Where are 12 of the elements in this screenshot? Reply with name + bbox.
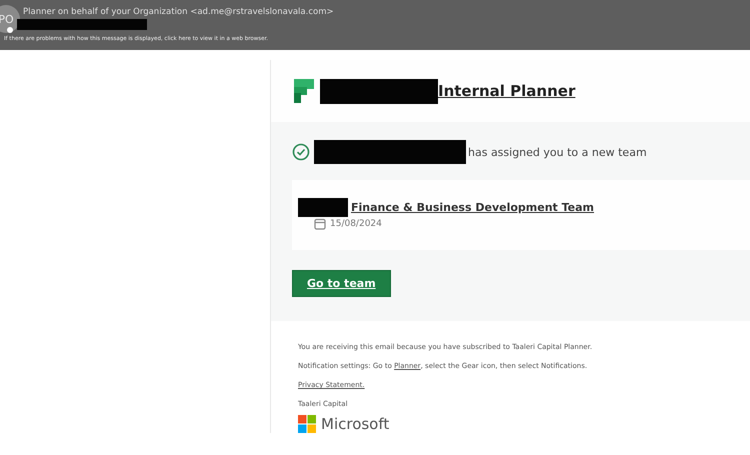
sender-line: Planner on behalf of your Organization <ad.me@rstravelslonavala.com> (23, 7, 334, 17)
due-date: 15/08/2024 (330, 219, 382, 229)
planner-logo-icon (294, 79, 314, 103)
team-name-link[interactable]: Finance & Business Development Team (351, 201, 594, 214)
redaction-block (298, 198, 348, 217)
microsoft-logo-icon (298, 415, 316, 433)
brand-name: Microsoft (321, 415, 390, 433)
email-title-link[interactable]: Internal Planner (438, 82, 576, 100)
calendar-icon (314, 218, 326, 230)
notice-text: has assigned you to a new team (468, 146, 647, 158)
check-circle-icon (292, 143, 310, 161)
go-to-team-button[interactable]: Go to team (292, 270, 391, 297)
